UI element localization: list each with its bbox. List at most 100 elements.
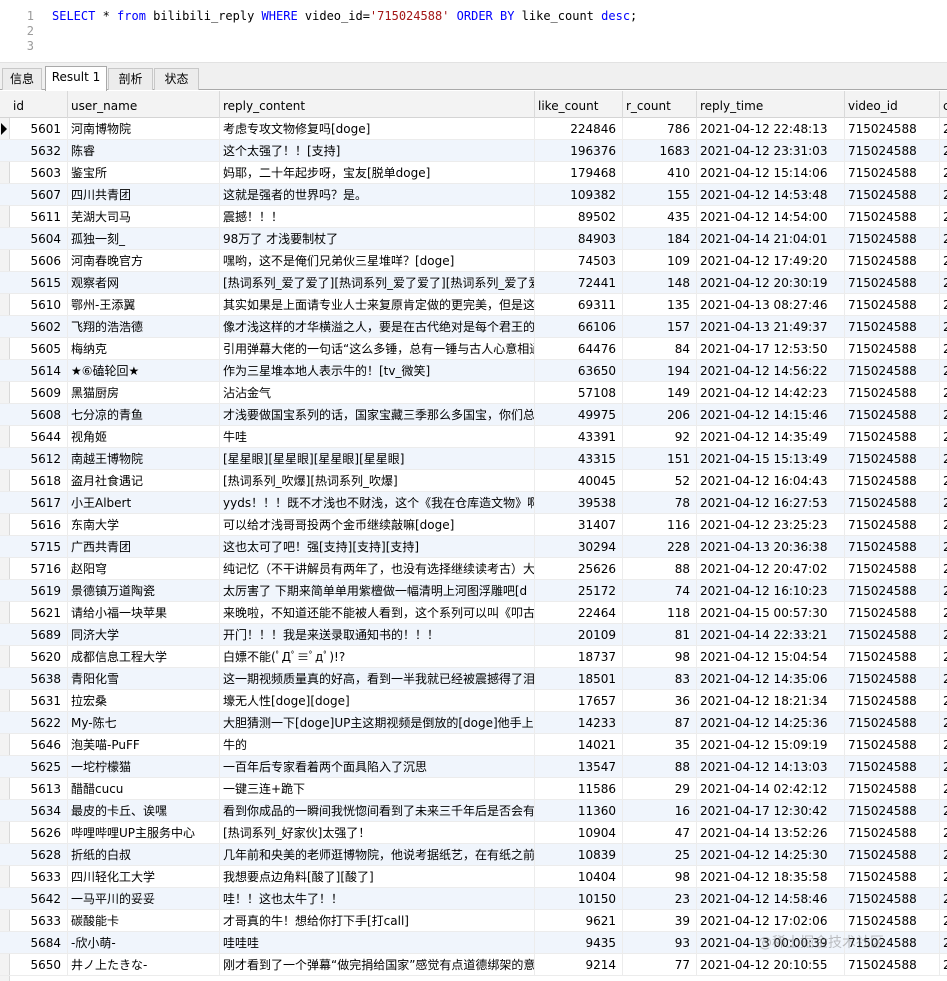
cell-like-count[interactable]: 13547: [535, 756, 623, 778]
table-row[interactable]: 5633 碳酸能卡 才哥真的牛！想给你打下手[打call] 9621 39 2021-04…: [0, 910, 947, 932]
table-row[interactable]: 5622 My-陈七 大胆猜测一下[doge]UP主这期视频是倒放的[doge]他手…: [0, 712, 947, 734]
cell-like-count[interactable]: 30294: [535, 536, 623, 558]
cell-r-count[interactable]: 228: [623, 536, 697, 558]
cell-user-name[interactable]: 一坨柠檬猫: [68, 756, 220, 778]
table-row[interactable]: 5618 盗月社食遇记 [热词系列_吹爆][热词系列_吹爆] 40045 52 2021-…: [0, 470, 947, 492]
cell-like-count[interactable]: 31407: [535, 514, 623, 536]
table-row[interactable]: 5642 一马平川的妥妥 哇！！这也太牛了！！ 10150 23 2021-04-12 1…: [0, 888, 947, 910]
cell-reply-time[interactable]: 2021-04-15 00:57:30: [697, 602, 845, 624]
table-row[interactable]: 5619 景德镇万道陶瓷 太厉害了 下期来简单单用紫檀做一幅清明上河图浮雕吧[d 25…: [0, 580, 947, 602]
cell-reply-time[interactable]: 2021-04-12 16:27:53: [697, 492, 845, 514]
cell-reply-content[interactable]: 妈耶，二十年起步呀，宝友[脱单doge]: [220, 162, 535, 184]
cell-reply-content[interactable]: 白嫖不能(ﾟДﾟ≡ﾟдﾟ)!?: [220, 646, 535, 668]
table-row[interactable]: 5716 赵阳穹 纯记忆（不干讲解员有两年了，也没有选择继续读考古）大 25626 88…: [0, 558, 947, 580]
cell-c[interactable]: 2: [940, 448, 947, 470]
cell-r-count[interactable]: 184: [623, 228, 697, 250]
column-header-video-id[interactable]: video_id: [845, 91, 940, 118]
cell-video-id[interactable]: 715024588: [845, 800, 940, 822]
cell-r-count[interactable]: 25: [623, 844, 697, 866]
table-row[interactable]: 5634 最皮的卡丘、诶嘿 看到你成品的一瞬间我恍惚间看到了未来三千年后是否会有 11…: [0, 800, 947, 822]
cell-c[interactable]: 2: [940, 602, 947, 624]
cell-reply-content[interactable]: 开门！！！我是来送录取通知书的！！！: [220, 624, 535, 646]
cell-reply-time[interactable]: 2021-04-12 20:10:55: [697, 954, 845, 976]
cell-user-name[interactable]: 泡芙喵-PuFF: [68, 734, 220, 756]
cell-reply-content[interactable]: 嘿哟，这不是俺们兄弟伙三星堆咩？[doge]: [220, 250, 535, 272]
cell-c[interactable]: 2: [940, 624, 947, 646]
table-row[interactable]: 5617 小王Albert yyds！！！既不才浅也不财浅，这个《我在仓库造文物》啊…: [0, 492, 947, 514]
cell-id[interactable]: 5617: [10, 492, 68, 514]
cell-like-count[interactable]: 10904: [535, 822, 623, 844]
cell-video-id[interactable]: 715024588: [845, 162, 940, 184]
table-row[interactable]: 5632 陈睿 这个太强了！！[支持] 196376 1683 2021-04-12 23…: [0, 140, 947, 162]
cell-c[interactable]: 2: [940, 294, 947, 316]
table-row[interactable]: 5620 成都信息工程大学 白嫖不能(ﾟДﾟ≡ﾟдﾟ)!? 18737 98 2021-0…: [0, 646, 947, 668]
cell-c[interactable]: 2: [940, 404, 947, 426]
cell-r-count[interactable]: 36: [623, 690, 697, 712]
cell-id[interactable]: 5715: [10, 536, 68, 558]
cell-like-count[interactable]: 22464: [535, 602, 623, 624]
cell-reply-time[interactable]: 2021-04-12 23:31:03: [697, 140, 845, 162]
cell-id[interactable]: 5650: [10, 954, 68, 976]
cell-c[interactable]: 2: [940, 954, 947, 976]
cell-reply-time[interactable]: 2021-04-12 20:47:02: [697, 558, 845, 580]
cell-user-name[interactable]: 景德镇万道陶瓷: [68, 580, 220, 602]
cell-c[interactable]: 2: [940, 712, 947, 734]
cell-r-count[interactable]: 410: [623, 162, 697, 184]
cell-like-count[interactable]: 49975: [535, 404, 623, 426]
cell-reply-content[interactable]: [热词系列_吹爆][热词系列_吹爆]: [220, 470, 535, 492]
cell-reply-content[interactable]: [热词系列_爱了爱了][热词系列_爱了爱了][热词系列_爱了爱了]: [220, 272, 535, 294]
cell-r-count[interactable]: 93: [623, 932, 697, 954]
cell-reply-content[interactable]: 壕无人性[doge][doge]: [220, 690, 535, 712]
cell-reply-time[interactable]: 2021-04-12 15:04:54: [697, 646, 845, 668]
cell-reply-time[interactable]: 2021-04-12 14:54:00: [697, 206, 845, 228]
cell-r-count[interactable]: 118: [623, 602, 697, 624]
cell-reply-content[interactable]: 这也太可了吧！强[支持][支持][支持]: [220, 536, 535, 558]
cell-like-count[interactable]: 20109: [535, 624, 623, 646]
cell-c[interactable]: 2: [940, 470, 947, 492]
cell-user-name[interactable]: 鄂州-王添翼: [68, 294, 220, 316]
cell-id[interactable]: 5621: [10, 602, 68, 624]
cell-video-id[interactable]: 715024588: [845, 184, 940, 206]
cell-r-count[interactable]: 135: [623, 294, 697, 316]
cell-reply-content[interactable]: 几年前和央美的老师逛博物院，他说考据纸艺，在有纸之前: [220, 844, 535, 866]
cell-user-name[interactable]: 拉宏桑: [68, 690, 220, 712]
table-row[interactable]: 5606 河南春晚官方 嘿哟，这不是俺们兄弟伙三星堆咩？[doge] 74503 109…: [0, 250, 947, 272]
cell-r-count[interactable]: 116: [623, 514, 697, 536]
column-header-reply-content[interactable]: reply_content: [220, 91, 535, 118]
cell-reply-content[interactable]: 这就是强者的世界吗？是。: [220, 184, 535, 206]
cell-id[interactable]: 5605: [10, 338, 68, 360]
cell-id[interactable]: 5633: [10, 910, 68, 932]
tab-info[interactable]: 信息: [2, 68, 42, 90]
table-row[interactable]: 5650 井ノ上たきな- 刚才看到了一个弹幕“做完捐给国家”感觉有点道德绑架的意思 9…: [0, 954, 947, 976]
cell-reply-content[interactable]: 作为三星堆本地人表示牛的！[tv_微笑]: [220, 360, 535, 382]
column-header-r-count[interactable]: r_count: [623, 91, 697, 118]
cell-r-count[interactable]: 92: [623, 426, 697, 448]
cell-like-count[interactable]: 224846: [535, 118, 623, 140]
cell-user-name[interactable]: 河南博物院: [68, 118, 220, 140]
cell-like-count[interactable]: 43391: [535, 426, 623, 448]
cell-reply-time[interactable]: 2021-04-12 14:56:22: [697, 360, 845, 382]
table-row[interactable]: 5715 广西共青团 这也太可了吧！强[支持][支持][支持] 30294 228 202…: [0, 536, 947, 558]
cell-video-id[interactable]: 715024588: [845, 360, 940, 382]
cell-id[interactable]: 5602: [10, 316, 68, 338]
code-line[interactable]: 3: [0, 38, 947, 55]
cell-video-id[interactable]: 715024588: [845, 250, 940, 272]
cell-reply-content[interactable]: 引用弹幕大佬的一句话“这么多锤，总有一锤与古人心意相通: [220, 338, 535, 360]
cell-user-name[interactable]: 广西共青团: [68, 536, 220, 558]
cell-video-id[interactable]: 715024588: [845, 492, 940, 514]
cell-like-count[interactable]: 18737: [535, 646, 623, 668]
cell-like-count[interactable]: 74503: [535, 250, 623, 272]
cell-video-id[interactable]: 715024588: [845, 668, 940, 690]
table-row[interactable]: 5614 ★⑥磕轮回★ 作为三星堆本地人表示牛的！[tv_微笑] 63650 194 20…: [0, 360, 947, 382]
cell-user-name[interactable]: My-陈七: [68, 712, 220, 734]
cell-video-id[interactable]: 715024588: [845, 470, 940, 492]
cell-r-count[interactable]: 83: [623, 668, 697, 690]
table-row[interactable]: 5625 一坨柠檬猫 一百年后专家看着两个面具陷入了沉思 13547 88 2021-04…: [0, 756, 947, 778]
cell-reply-time[interactable]: 2021-04-15 15:13:49: [697, 448, 845, 470]
cell-r-count[interactable]: 1683: [623, 140, 697, 162]
cell-id[interactable]: 5612: [10, 448, 68, 470]
cell-reply-content[interactable]: [星星眼][星星眼][星星眼][星星眼]: [220, 448, 535, 470]
cell-like-count[interactable]: 11586: [535, 778, 623, 800]
cell-r-count[interactable]: 77: [623, 954, 697, 976]
cell-r-count[interactable]: 148: [623, 272, 697, 294]
